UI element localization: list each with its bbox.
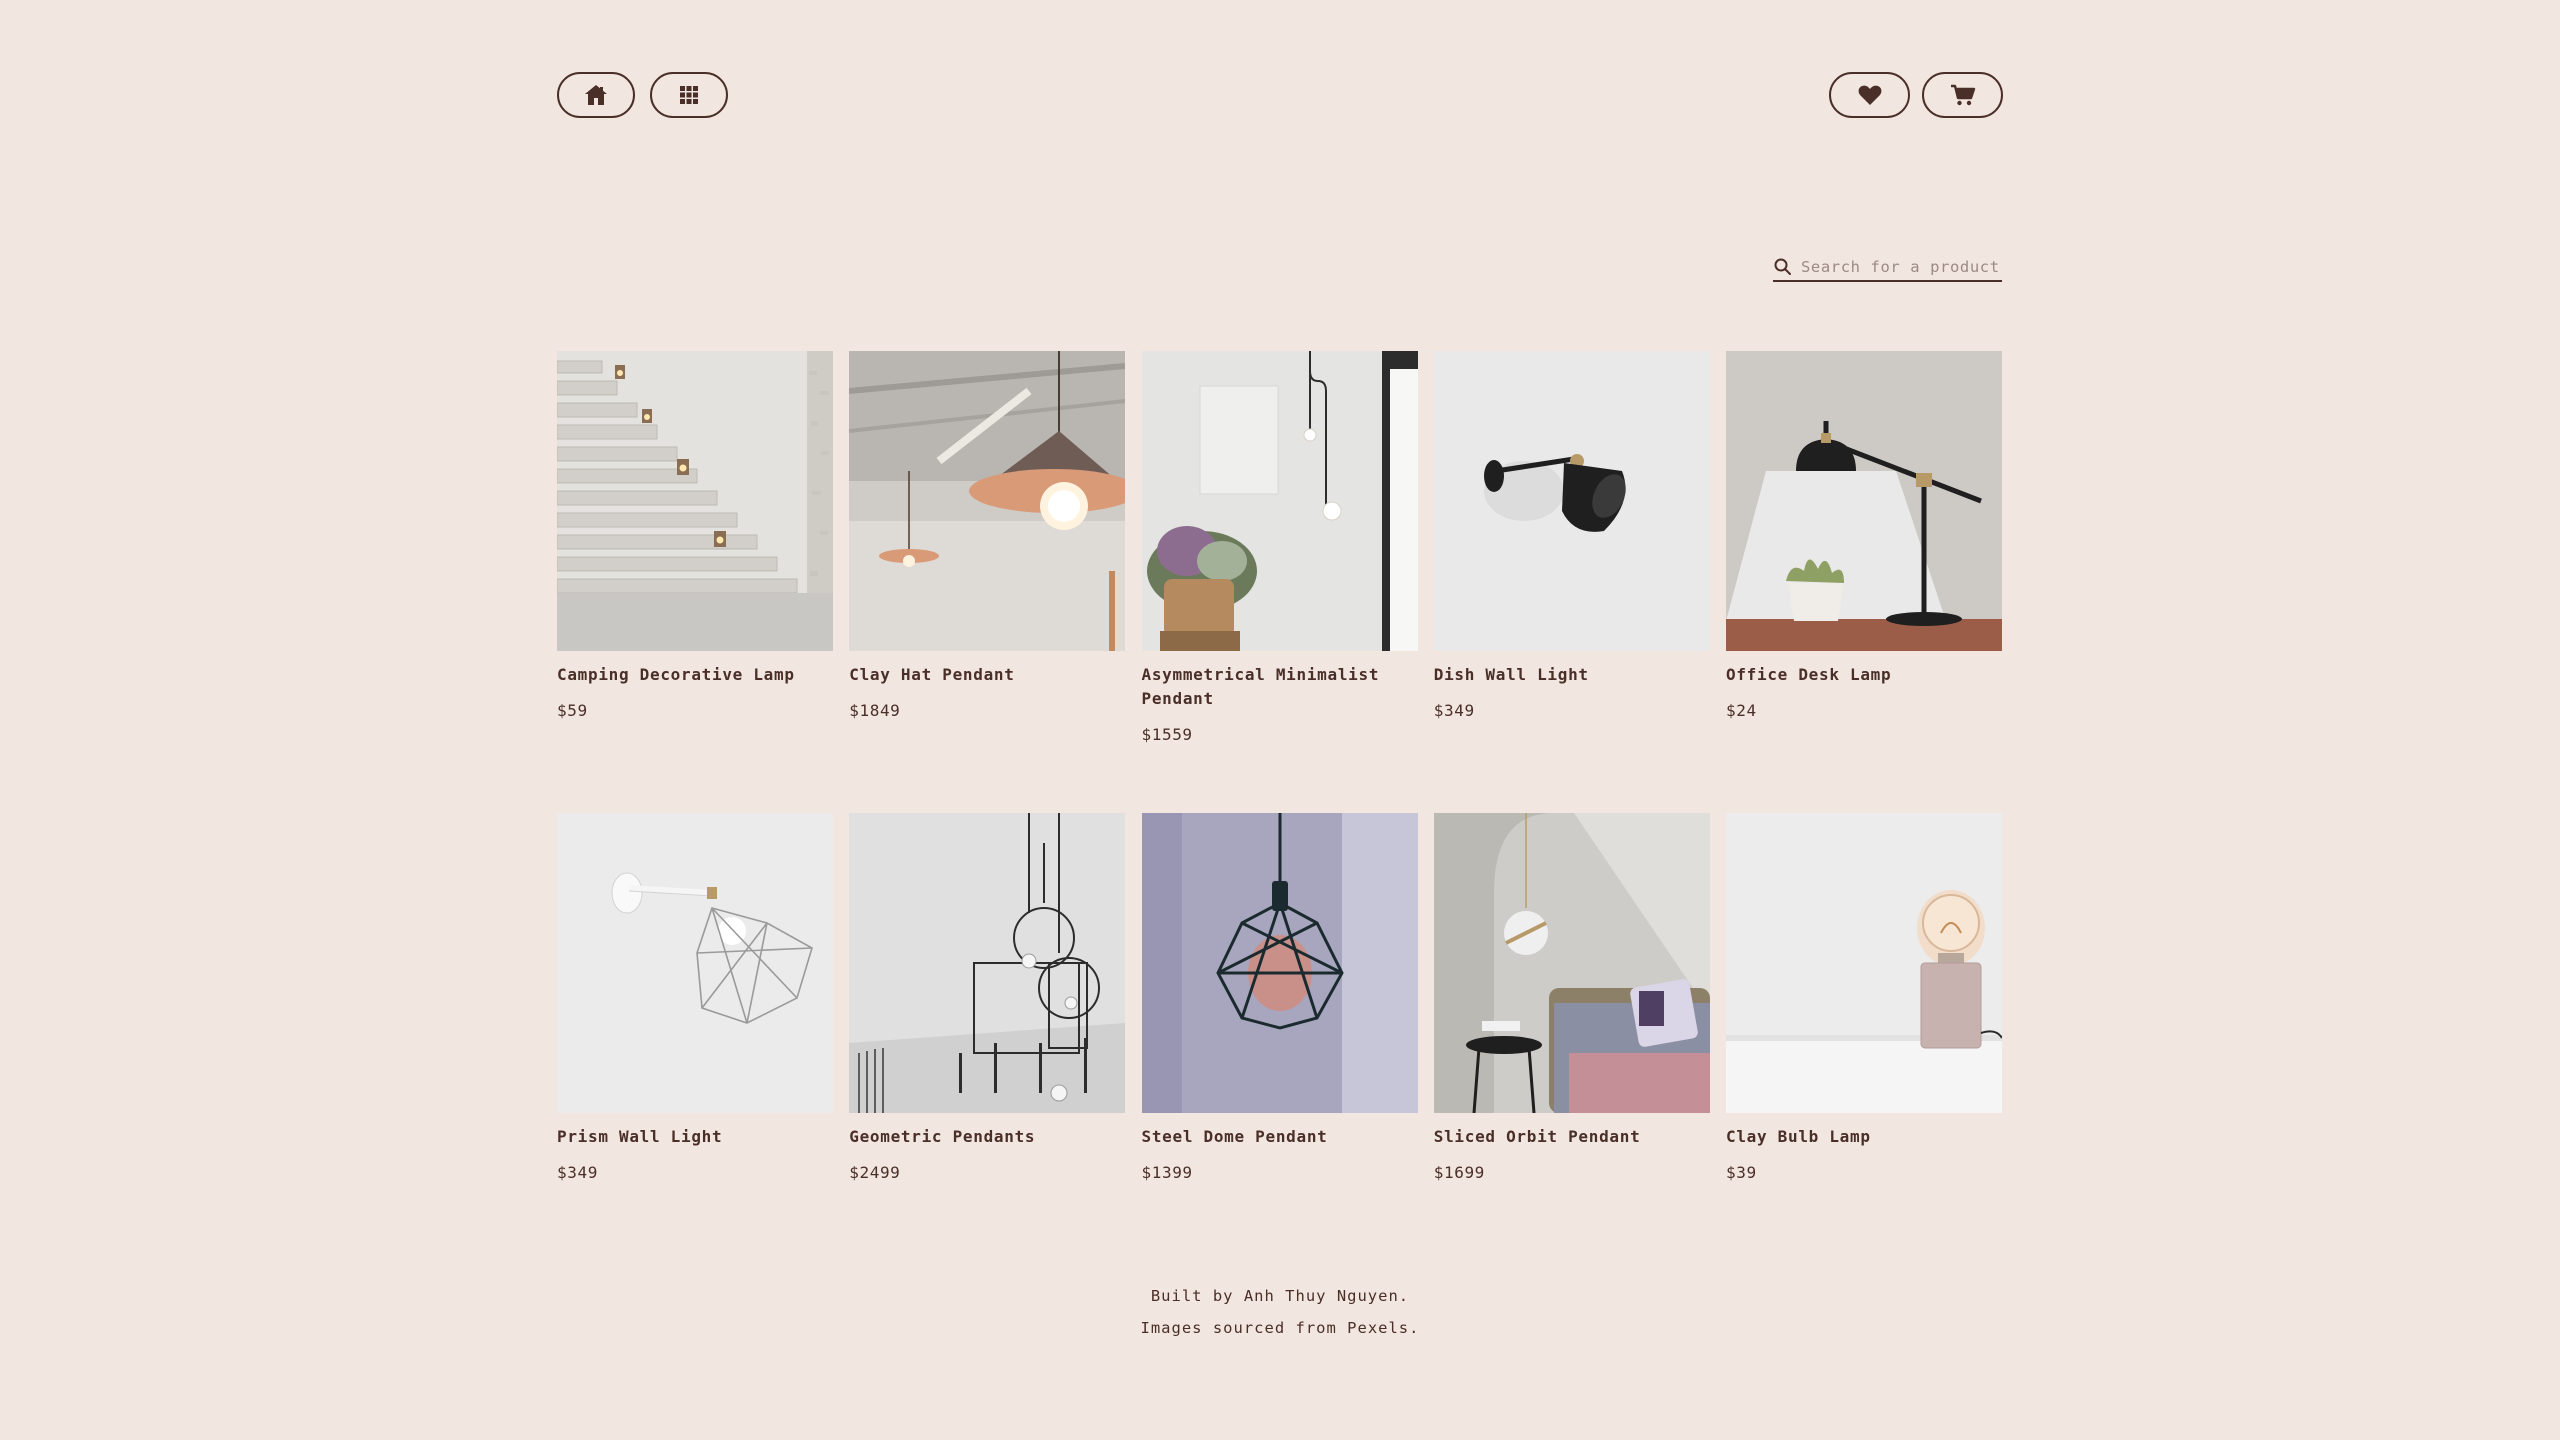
product-price: $349	[1433, 701, 1475, 720]
grid-icon	[680, 86, 698, 104]
product-name[interactable]: Office Desk Lamp	[1726, 663, 2002, 687]
product-name[interactable]: Sliced Orbit Pendant	[1434, 1125, 1710, 1149]
product-image[interactable]	[849, 351, 1126, 651]
product-price: $1849	[849, 701, 901, 720]
product-image[interactable]	[1726, 351, 2002, 651]
product-card[interactable]: Asymmetrical Minimalist Pendant $1559	[1141, 351, 1418, 745]
product-card[interactable]: Dish Wall Light $349	[1433, 351, 1710, 745]
product-price: $24	[1726, 701, 1757, 720]
product-price: $39	[1726, 1163, 1757, 1182]
product-price: $349	[557, 1163, 598, 1182]
product-name[interactable]: Asymmetrical Minimalist Pendant	[1142, 663, 1418, 711]
product-price: $1699	[1433, 1163, 1485, 1182]
search-input[interactable]	[1801, 258, 2001, 276]
home-icon	[585, 85, 607, 105]
wishlist-button[interactable]	[1829, 72, 1910, 118]
footer-image-source: Images sourced from Pexels.	[1140, 1319, 1420, 1337]
product-card[interactable]: Camping Decorative Lamp $59	[557, 351, 833, 745]
product-price: $2499	[849, 1163, 901, 1182]
product-price: $59	[557, 701, 588, 720]
search-icon	[1774, 258, 1791, 275]
product-card[interactable]: Steel Dome Pendant $1399	[1141, 813, 1418, 1183]
product-image[interactable]	[1433, 813, 1710, 1113]
product-price: $1399	[1141, 1163, 1193, 1182]
product-image[interactable]	[1726, 813, 2002, 1113]
product-image[interactable]	[1141, 813, 1418, 1113]
product-name[interactable]: Camping Decorative Lamp	[557, 663, 833, 687]
product-card[interactable]: Sliced Orbit Pendant $1699	[1433, 813, 1710, 1183]
product-image[interactable]	[849, 813, 1126, 1113]
product-image[interactable]	[1433, 351, 1710, 651]
product-card[interactable]: Office Desk Lamp $24	[1726, 351, 2002, 745]
home-button[interactable]	[557, 72, 635, 118]
footer-credit: Built by Anh Thuy Nguyen.	[1150, 1287, 1410, 1305]
product-name[interactable]: Steel Dome Pendant	[1142, 1125, 1418, 1149]
product-grid: Camping Decorative Lamp $59 Clay Hat Pen…	[557, 351, 2002, 1183]
product-name[interactable]: Geometric Pendants	[849, 1125, 1125, 1149]
product-card[interactable]: Prism Wall Light $349	[557, 813, 833, 1183]
footer: Built by Anh Thuy Nguyen. Images sourced…	[0, 1280, 2560, 1344]
product-card[interactable]: Clay Bulb Lamp $39	[1726, 813, 2002, 1183]
product-name[interactable]: Clay Hat Pendant	[849, 663, 1125, 687]
product-name[interactable]: Dish Wall Light	[1434, 663, 1710, 687]
cart-button[interactable]	[1922, 72, 2003, 118]
product-card[interactable]: Clay Hat Pendant $1849	[849, 351, 1126, 745]
product-name[interactable]: Clay Bulb Lamp	[1726, 1125, 2002, 1149]
heart-icon	[1858, 85, 1881, 105]
search-bar[interactable]	[1773, 254, 2002, 282]
product-card[interactable]: Geometric Pendants $2499	[849, 813, 1126, 1183]
product-price: $1559	[1141, 725, 1193, 744]
product-image[interactable]	[557, 813, 833, 1113]
cart-icon	[1950, 84, 1975, 106]
product-image[interactable]	[557, 351, 833, 651]
product-name[interactable]: Prism Wall Light	[557, 1125, 833, 1149]
catalog-button[interactable]	[650, 72, 728, 118]
product-image[interactable]	[1141, 351, 1418, 651]
